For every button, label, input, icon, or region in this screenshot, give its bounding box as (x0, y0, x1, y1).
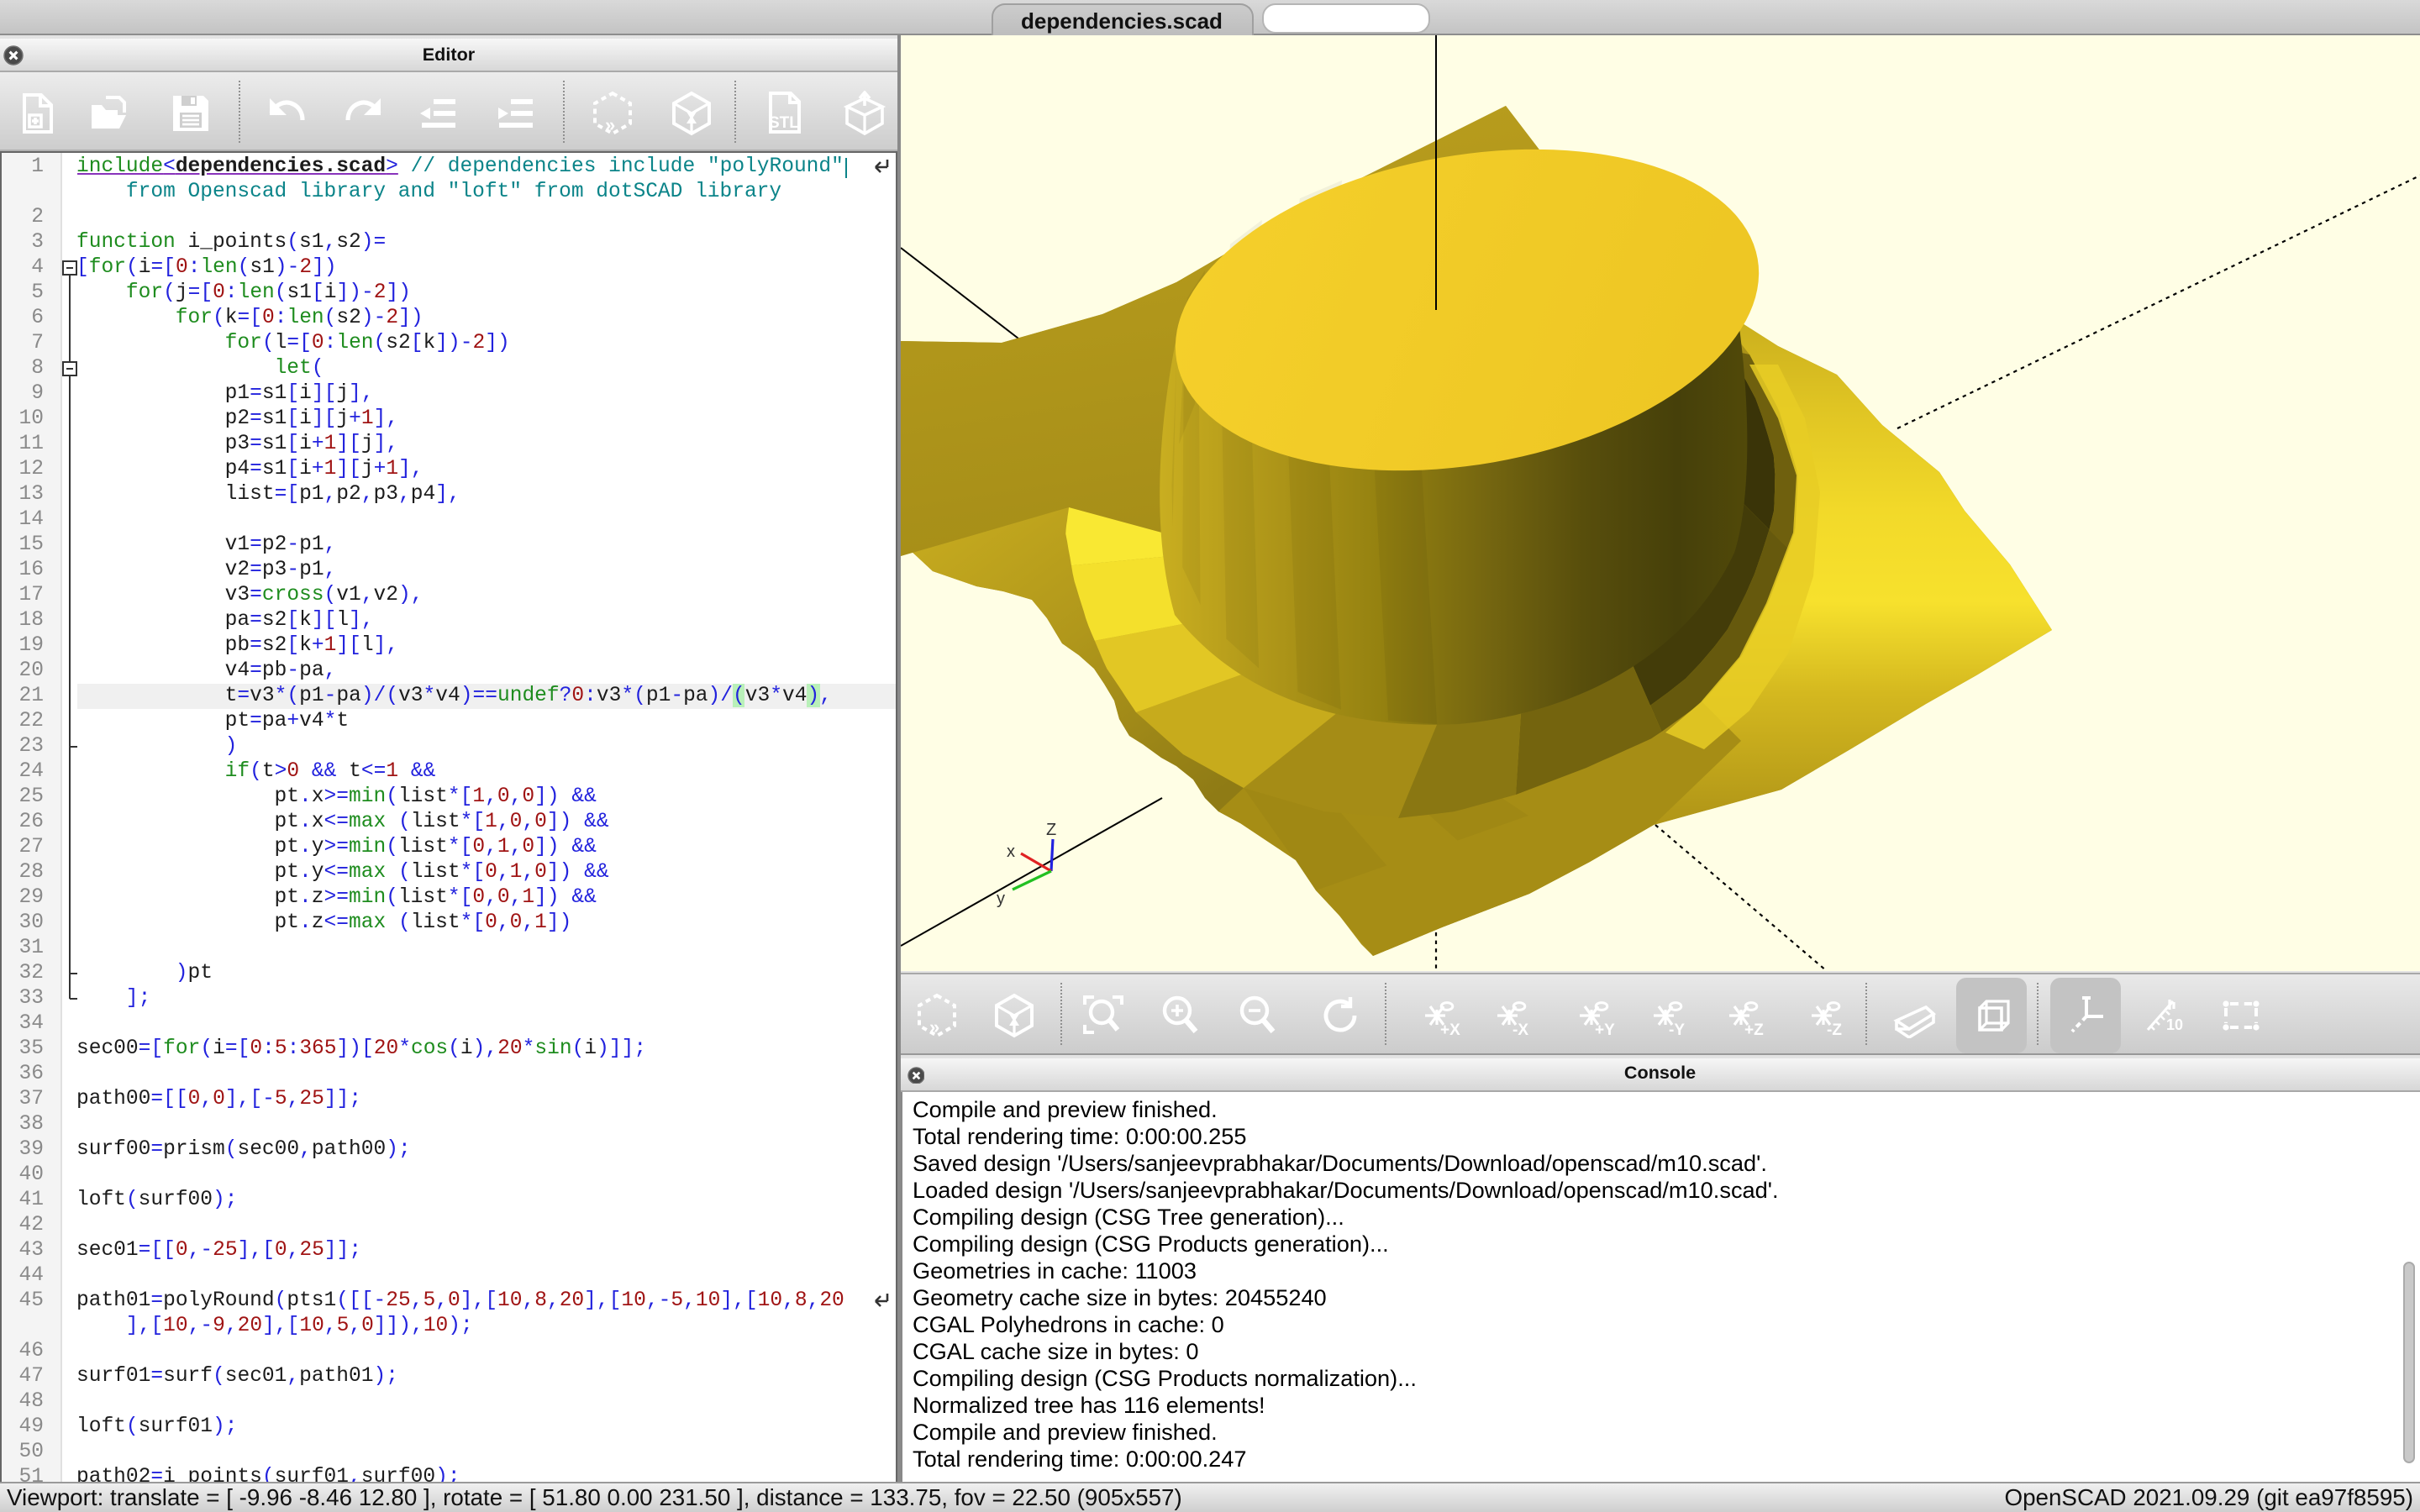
svg-text:-Z: -Z (1827, 1021, 1842, 1037)
svg-text:-Y: -Y (1669, 1021, 1685, 1037)
svg-text:+X: +X (1439, 1021, 1460, 1037)
svg-text:10: 10 (2165, 1016, 2182, 1032)
svg-text:+Z: +Z (1744, 1021, 1763, 1037)
svg-text:Z: Z (1045, 821, 1055, 839)
svg-text:+Y: +Y (1595, 1021, 1615, 1037)
svg-text:x: x (1006, 843, 1014, 861)
svg-text:»: » (604, 113, 614, 134)
svg-text:-X: -X (1512, 1021, 1528, 1037)
svg-text:y: y (996, 890, 1004, 908)
svg-text:»: » (929, 1016, 939, 1037)
svg-text:STL: STL (768, 113, 798, 131)
